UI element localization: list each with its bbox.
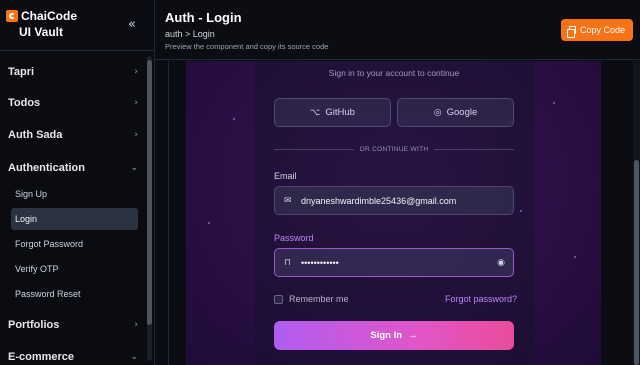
sidebar-item-forgot-password[interactable]: Forgot Password (11, 233, 138, 255)
chaicode-logo-icon (6, 10, 18, 22)
sidebar-item-login[interactable]: Login (11, 208, 138, 230)
sparkle-dot (553, 102, 555, 104)
chevron-right-icon: › (134, 98, 138, 108)
sidebar-section-label: Tapri (8, 66, 35, 78)
github-login-button[interactable]: ⌥ GitHub (274, 98, 391, 127)
remember-label: Remember me (289, 294, 349, 304)
sidebar-divider (0, 50, 155, 51)
collapse-sidebar-icon[interactable]: « (128, 17, 136, 32)
password-label: Password (274, 233, 314, 243)
sidebar-item-password-reset[interactable]: Password Reset (11, 283, 138, 305)
github-icon: ⌥ (310, 107, 321, 118)
sidebar-section-e-commerce[interactable]: E-commerce ⌄ (8, 351, 138, 363)
chevron-right-icon: › (134, 130, 138, 140)
sign-in-label: Sign In (370, 330, 403, 341)
forgot-password-link[interactable]: Forgot password? (445, 294, 517, 304)
email-value: dnyaneshwardimble25436@gmail.com (301, 195, 457, 206)
password-value: •••••••••••• (301, 257, 339, 268)
main-scrollbar-thumb[interactable] (634, 160, 639, 365)
sidebar-section-label: E-commerce (8, 351, 75, 363)
google-login-button[interactable]: ◎ Google (397, 98, 514, 127)
sidebar-section-label: Authentication (8, 162, 85, 174)
copy-icon (566, 26, 576, 38)
divider-line (434, 148, 514, 150)
sidebar-section-auth-sada[interactable]: Auth Sada › (8, 129, 138, 141)
sign-in-button[interactable]: Sign In → (274, 321, 514, 350)
sidebar-scrollbar-thumb[interactable] (147, 60, 152, 325)
password-field[interactable]: ⊓ •••••••••••• ◉ (274, 248, 514, 277)
google-label: Google (446, 107, 478, 118)
brand-subtitle: UI Vault (19, 25, 64, 39)
or-divider: OR CONTINUE WITH (274, 144, 514, 154)
email-field[interactable]: ✉ dnyaneshwardimble25436@gmail.com (274, 186, 514, 215)
copy-code-label: Copy Code (579, 25, 626, 35)
sidebar-section-tapri[interactable]: Tapri › (8, 66, 138, 78)
sidebar-section-portfolios[interactable]: Portfolios › (8, 319, 138, 331)
chevron-down-icon: ⌄ (130, 352, 138, 362)
eye-icon[interactable]: ◉ (497, 258, 505, 268)
arrow-right-icon: → (408, 330, 418, 341)
page-title: Auth - Login (165, 10, 242, 25)
login-subtitle: Sign in to your account to continue (328, 68, 460, 78)
brand-logo: ChaiCode (6, 9, 77, 23)
remember-checkbox[interactable] (274, 294, 283, 304)
sidebar-section-label: Todos (8, 97, 41, 109)
sidebar: ChaiCode UI Vault « Tapri › Todos › Auth… (0, 0, 155, 365)
github-label: GitHub (325, 107, 355, 118)
breadcrumb: auth > Login (165, 29, 215, 39)
page-header: Auth - Login auth > Login Preview the co… (155, 0, 640, 60)
brand-name: ChaiCode (21, 9, 78, 23)
brand[interactable]: ChaiCode UI Vault (6, 9, 77, 39)
chevron-down-icon: ⌄ (130, 163, 138, 173)
sidebar-section-label: Auth Sada (8, 129, 63, 141)
google-icon: ◎ (433, 107, 442, 118)
sidebar-section-authentication[interactable]: Authentication ⌄ (8, 162, 138, 174)
sparkle-dot (233, 118, 235, 120)
remember-me[interactable]: Remember me (274, 294, 349, 304)
chevron-right-icon: › (134, 320, 138, 330)
page-description: Preview the component and copy its sourc… (165, 42, 329, 51)
chevron-right-icon: › (134, 67, 138, 77)
email-label: Email (274, 171, 297, 181)
sidebar-section-label: Portfolios (8, 319, 60, 331)
mail-icon: ✉ (284, 195, 292, 206)
sparkle-dot (520, 210, 522, 212)
lock-icon: ⊓ (284, 257, 292, 268)
or-continue-text: OR CONTINUE WITH (359, 145, 429, 153)
divider-line (274, 148, 354, 150)
sidebar-item-sign-up[interactable]: Sign Up (11, 183, 138, 205)
sidebar-item-verify-otp[interactable]: Verify OTP (11, 258, 138, 280)
sidebar-section-todos[interactable]: Todos › (8, 97, 138, 109)
sparkle-dot (574, 256, 576, 258)
copy-code-button[interactable]: Copy Code (561, 19, 633, 41)
sparkle-dot (208, 222, 210, 224)
app-root: ChaiCode UI Vault « Tapri › Todos › Auth… (0, 0, 640, 365)
